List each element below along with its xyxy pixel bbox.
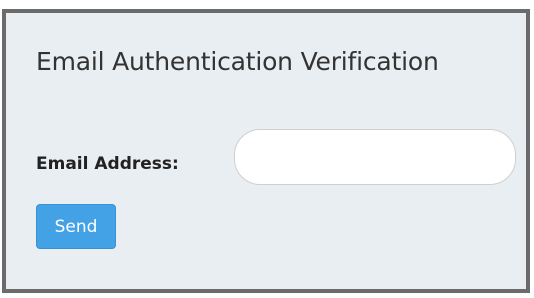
email-address-input[interactable] bbox=[234, 129, 516, 185]
send-button[interactable]: Send bbox=[36, 204, 116, 249]
email-address-label: Email Address: bbox=[36, 154, 179, 174]
verification-panel: Email Authentication Verification Email … bbox=[2, 9, 530, 293]
page: Email Authentication Verification Email … bbox=[0, 0, 534, 298]
page-title: Email Authentication Verification bbox=[36, 47, 439, 76]
